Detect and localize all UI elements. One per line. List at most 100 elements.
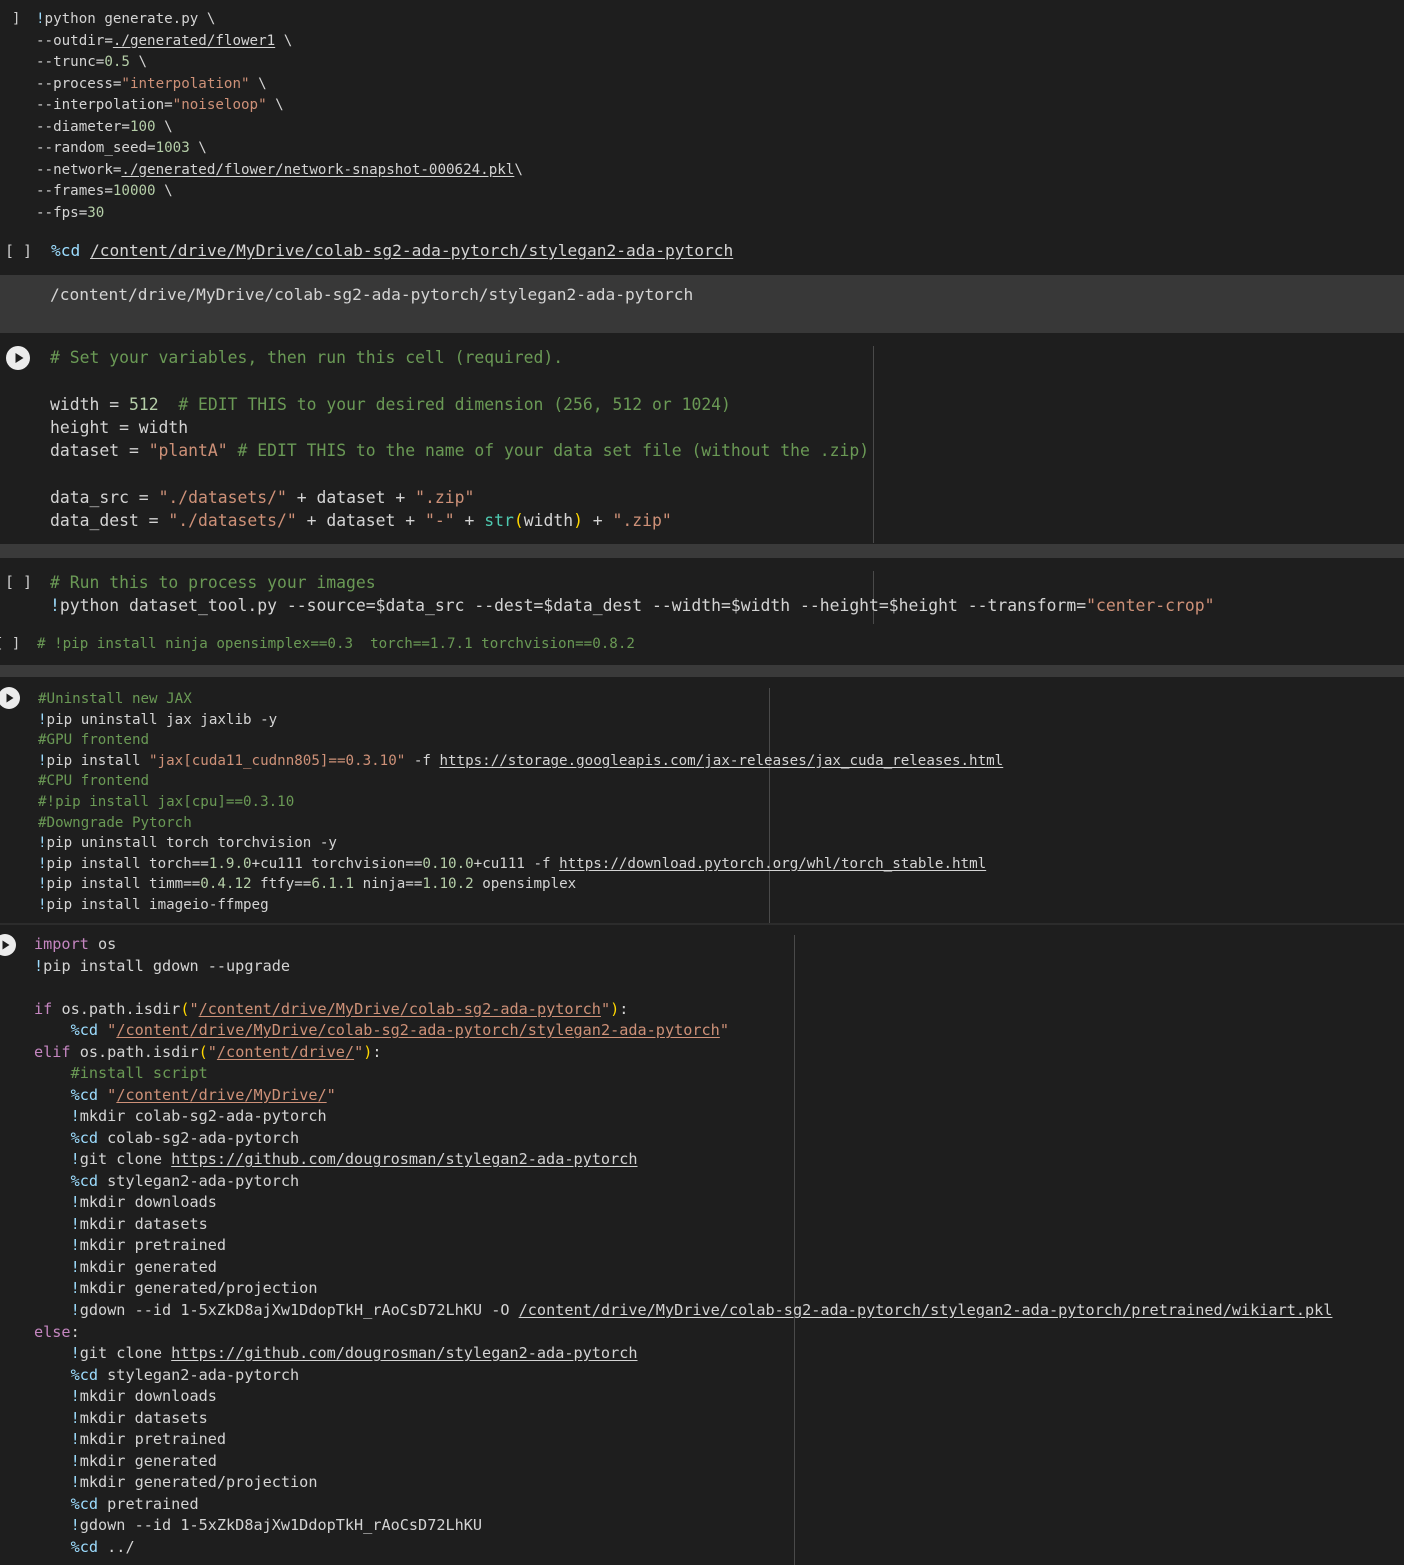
code-token: mkdir datasets <box>79 1408 208 1427</box>
code-cell[interactable]: [ ] # Run this to process your images !py… <box>0 558 1404 628</box>
code-link[interactable]: /content/drive/ <box>217 1043 354 1061</box>
code-token: ! <box>70 1107 80 1126</box>
play-icon <box>2 940 10 950</box>
code-token: 512 <box>128 394 159 414</box>
code-link[interactable]: https://github.com/dougrosman/stylegan2-… <box>171 1150 637 1168</box>
code-line: !gdown --id 1-5xZkD8ajXw1DdopTkH_rAoCsD7… <box>34 1301 1333 1319</box>
code-token: pip uninstall torch torchvision -y <box>46 835 337 852</box>
code-line: %cd ../ <box>34 1539 135 1555</box>
code-line: --interpolation="noiseloop" \ <box>36 98 284 112</box>
code-token: 0.5 <box>104 54 130 70</box>
code-token: %cd <box>51 241 81 260</box>
code-token: %cd <box>70 1128 99 1147</box>
code-line: !pip uninstall jax jaxlib -y <box>38 712 277 727</box>
code-line: else: <box>34 1322 80 1341</box>
code-cell[interactable]: #Uninstall new JAX !pip uninstall jax jax… <box>0 677 1404 923</box>
code-line: !pip uninstall torch torchvision -y <box>38 836 337 850</box>
code-token: 6.1.1 <box>311 876 355 893</box>
code-line: height = width <box>50 417 189 437</box>
code-token: %cd <box>70 1494 99 1513</box>
code-line: !mkdir downloads <box>34 1389 217 1404</box>
code-line: elif os.path.isdir("/content/drive/"): <box>34 1042 382 1061</box>
code-cell[interactable]: [ ] # !pip install ninja opensimplex==0.… <box>0 628 1404 665</box>
code-link[interactable]: /content/drive/MyDrive/colab-sg2-ada-pyt… <box>90 241 733 260</box>
code-link[interactable]: /content/drive/MyDrive/ <box>116 1086 326 1104</box>
code-token: opensimplex <box>473 876 577 893</box>
code-token: : <box>372 1042 382 1061</box>
code-token: ninja== <box>354 876 423 893</box>
code-line: !git clone https://github.com/dougrosman… <box>34 1344 638 1362</box>
code-token: pretrained <box>98 1494 199 1513</box>
code-token: \ <box>155 183 173 199</box>
code-token: +cu111 torchvision== <box>251 855 423 872</box>
code-link[interactable]: /content/drive/MyDrive/colab-sg2-ada-pyt… <box>519 1301 1333 1319</box>
code-link[interactable]: ./generated/flower/network-snapshot-0006… <box>121 162 514 178</box>
code-line: #install script <box>34 1066 208 1081</box>
code-token: ! <box>34 956 44 975</box>
code-line: %cd colab-sg2-ada-pytorch <box>34 1128 300 1147</box>
code-token: ! <box>70 1279 80 1298</box>
code-token: ! <box>70 1301 80 1319</box>
code-line: if os.path.isdir("/content/drive/MyDrive… <box>34 999 628 1018</box>
code-token: ) <box>573 511 583 531</box>
run-cell-button[interactable] <box>0 934 16 956</box>
code-token: data_dest = <box>50 511 169 531</box>
code-link[interactable]: /content/drive/MyDrive/colab-sg2-ada-pyt… <box>116 1021 719 1039</box>
code-token: ! <box>70 1236 80 1255</box>
code-token: python dataset_tool.py --source=$data_sr… <box>59 596 1087 616</box>
code-token: ! <box>70 1257 80 1276</box>
code-link[interactable]: ./generated/flower1 <box>113 33 275 49</box>
code-token: + <box>454 511 485 531</box>
code-line: --outdir=./generated/flower1 \ <box>36 33 292 49</box>
code-token: --random_seed= <box>36 140 156 156</box>
code-token: mkdir colab-sg2-ada-pytorch <box>79 1107 327 1126</box>
code-token: pip install torch== <box>46 855 209 872</box>
code-token: mkdir downloads <box>79 1387 217 1406</box>
code-line: %cd stylegan2-ada-pytorch <box>34 1367 300 1383</box>
cell-divider <box>0 665 1404 677</box>
code-token: # EDIT THIS to the name of your data set… <box>237 441 870 461</box>
cell-output: /content/drive/MyDrive/colab-sg2-ada-pyt… <box>0 275 1404 333</box>
code-token: \ <box>129 54 148 70</box>
code-token: \ <box>266 97 284 113</box>
code-cell[interactable]: import os !pip install gdown --upgrade if … <box>0 925 1404 1565</box>
ruler-line <box>794 935 795 1565</box>
code-token: : <box>70 1322 80 1341</box>
run-cell-button[interactable] <box>0 687 20 709</box>
code-token: " <box>107 1085 117 1104</box>
code-token: os <box>88 935 117 953</box>
code-token: str <box>484 511 514 531</box>
code-token: -f <box>405 752 440 769</box>
code-token: ftfy== <box>251 876 312 893</box>
code-cell[interactable]: ] !python generate.py \ --outdir=./genera… <box>0 0 1404 236</box>
code-line: --process="interpolation" \ <box>36 75 267 92</box>
code-token: "interpolation" <box>121 75 250 92</box>
code-link[interactable]: https://download.pytorch.org/whl/torch_s… <box>559 856 986 872</box>
code-token: pip install <box>46 752 150 769</box>
code-token: --process= <box>36 75 122 92</box>
code-link[interactable]: https://storage.googleapis.com/jax-relea… <box>439 753 1003 769</box>
code-token: height = width <box>50 417 189 437</box>
code-token: #GPU frontend <box>38 732 150 749</box>
code-cell[interactable]: [ ] %cd /content/drive/MyDrive/colab-sg2… <box>0 236 1404 275</box>
run-cell-button[interactable] <box>6 346 30 370</box>
cell-gutter: [ ] <box>5 573 33 591</box>
ruler-line <box>873 346 874 543</box>
code-cell[interactable]: # Set your variables, then run this cell… <box>0 333 1404 544</box>
code-token: dataset = <box>50 441 149 461</box>
code-link[interactable]: /content/drive/MyDrive/colab-sg2-ada-pyt… <box>199 1000 601 1018</box>
code-link[interactable]: https://github.com/dougrosman/stylegan2-… <box>171 1344 637 1362</box>
code-token: " <box>189 999 199 1018</box>
code-token: 1.9.0 <box>208 855 252 872</box>
code-token: mkdir generated/projection <box>79 1473 318 1492</box>
code-line: #Downgrade Pytorch <box>38 815 192 830</box>
